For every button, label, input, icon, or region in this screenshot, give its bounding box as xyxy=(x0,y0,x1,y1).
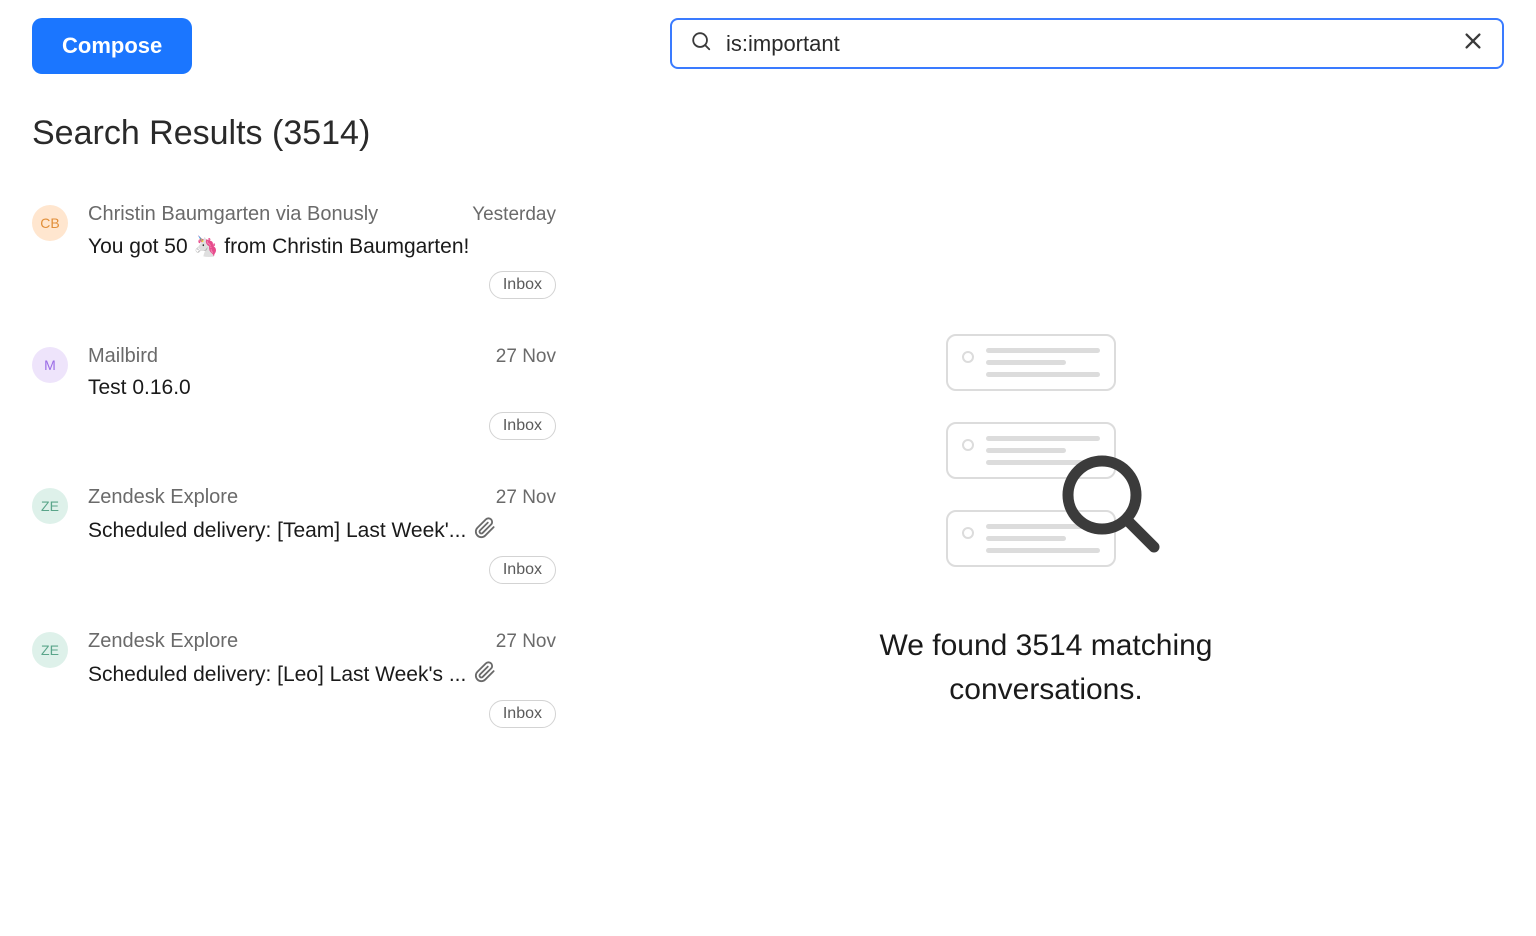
email-subject: You got 50 🦄 from Christin Baumgarten! xyxy=(88,234,469,259)
empty-text-line2: conversations. xyxy=(879,668,1212,712)
search-results-panel: Compose Search Results (3514) CB Christin… xyxy=(0,0,580,936)
search-bar[interactable] xyxy=(670,18,1504,69)
email-sender: Christin Baumgarten via Bonusly xyxy=(88,203,378,226)
email-header: Mailbird 27 Nov xyxy=(88,345,556,368)
empty-state: We found 3514 matching conversations. xyxy=(580,109,1512,936)
search-results-title: Search Results (3514) xyxy=(32,114,556,153)
email-sender: Zendesk Explore xyxy=(88,486,238,509)
label-row: Inbox xyxy=(88,271,556,299)
email-subject-line: You got 50 🦄 from Christin Baumgarten! xyxy=(88,234,556,259)
email-sender: Zendesk Explore xyxy=(88,630,238,653)
attachment-icon xyxy=(474,661,496,688)
empty-text-line1: We found 3514 matching xyxy=(879,624,1212,668)
compose-button[interactable]: Compose xyxy=(32,18,192,74)
avatar: CB xyxy=(32,205,68,241)
clear-search-icon[interactable] xyxy=(1462,30,1484,57)
label-row: Inbox xyxy=(88,556,556,584)
empty-state-text: We found 3514 matching conversations. xyxy=(879,624,1212,711)
email-subject: Test 0.16.0 xyxy=(88,376,191,400)
email-content: Mailbird 27 Nov Test 0.16.0 Inbox xyxy=(88,345,556,440)
subject-emoji-icon: 🦄 xyxy=(194,236,219,258)
label-row: Inbox xyxy=(88,412,556,440)
folder-badge: Inbox xyxy=(489,412,556,440)
magnifier-icon xyxy=(1054,447,1164,562)
email-date: Yesterday xyxy=(472,204,556,226)
folder-badge: Inbox xyxy=(489,271,556,299)
email-item[interactable]: CB Christin Baumgarten via Bonusly Yesterd… xyxy=(32,203,556,299)
email-subject-line: Scheduled delivery: [Team] Last Week'... xyxy=(88,517,556,544)
email-date: 27 Nov xyxy=(496,631,556,653)
email-date: 27 Nov xyxy=(496,487,556,509)
search-icon xyxy=(690,30,712,57)
email-content: Christin Baumgarten via Bonusly Yesterday… xyxy=(88,203,556,299)
email-item[interactable]: M Mailbird 27 Nov Test 0.16.0 Inbox xyxy=(32,345,556,440)
attachment-icon xyxy=(474,517,496,544)
email-header: Zendesk Explore 27 Nov xyxy=(88,486,556,509)
avatar: M xyxy=(32,347,68,383)
preview-panel: We found 3514 matching conversations. xyxy=(580,0,1536,936)
email-subject-line: Test 0.16.0 xyxy=(88,376,556,400)
email-list: CB Christin Baumgarten via Bonusly Yesterd… xyxy=(32,203,556,728)
email-header: Christin Baumgarten via Bonusly Yesterday xyxy=(88,203,556,226)
empty-state-illustration xyxy=(946,334,1146,594)
label-row: Inbox xyxy=(88,700,556,728)
avatar: ZE xyxy=(32,632,68,668)
email-sender: Mailbird xyxy=(88,345,158,368)
search-input[interactable] xyxy=(726,31,1448,57)
email-item[interactable]: ZE Zendesk Explore 27 Nov Scheduled deliver… xyxy=(32,486,556,584)
email-item[interactable]: ZE Zendesk Explore 27 Nov Scheduled deliver… xyxy=(32,630,556,728)
email-content: Zendesk Explore 27 Nov Scheduled delivery:… xyxy=(88,486,556,584)
email-subject: Scheduled delivery: [Team] Last Week'... xyxy=(88,519,466,543)
email-content: Zendesk Explore 27 Nov Scheduled delivery:… xyxy=(88,630,556,728)
folder-badge: Inbox xyxy=(489,556,556,584)
email-subject-line: Scheduled delivery: [Leo] Last Week's ..… xyxy=(88,661,556,688)
avatar: ZE xyxy=(32,488,68,524)
email-date: 27 Nov xyxy=(496,346,556,368)
email-header: Zendesk Explore 27 Nov xyxy=(88,630,556,653)
email-subject: Scheduled delivery: [Leo] Last Week's ..… xyxy=(88,663,466,687)
folder-badge: Inbox xyxy=(489,700,556,728)
